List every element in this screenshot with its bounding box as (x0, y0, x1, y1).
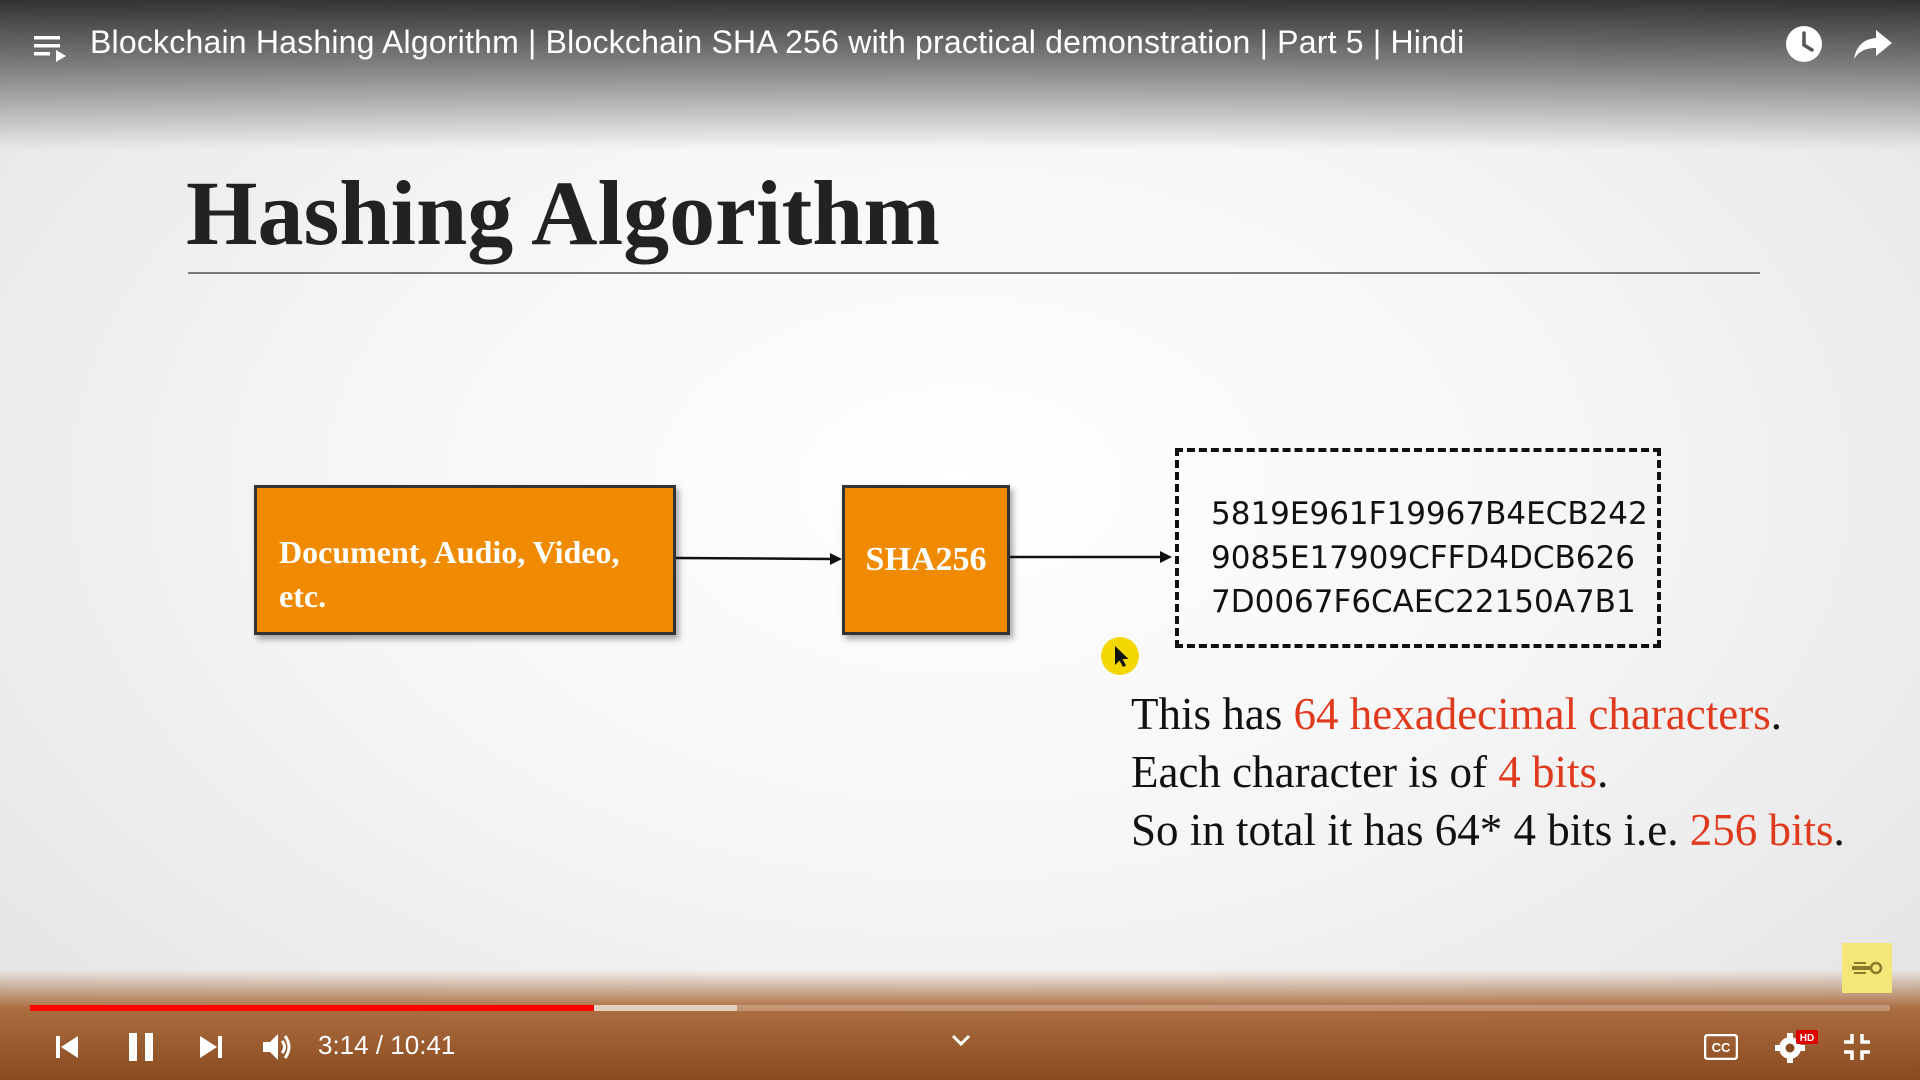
playlist-icon[interactable] (32, 30, 72, 66)
desc-highlight-1: 64 hexadecimal characters (1293, 689, 1771, 739)
annotation-toggle-button[interactable] (1842, 943, 1892, 993)
cc-icon[interactable]: CC (1704, 1034, 1738, 1060)
arrowhead-sha-to-hash (1160, 551, 1172, 563)
desc-highlight-2: 4 bits (1498, 747, 1598, 797)
desc-line-1: This has 64 hexadecimal characters. (1131, 689, 1782, 739)
share-icon[interactable] (1852, 26, 1894, 62)
input-line-1: Document, Audio, Video, (279, 534, 620, 570)
desc-line-3: So in total it has 64* 4 bits i.e. 256 b… (1131, 805, 1845, 855)
input-line-2: etc. (279, 578, 327, 614)
video-frame[interactable]: Hashing Algorithm Document, Audio, Video… (0, 0, 1920, 1080)
top-overlay (0, 0, 1920, 150)
skip-previous-icon[interactable] (52, 1032, 82, 1062)
hash-line-3: 7D0067F6CAEC22150A7B1 (1211, 584, 1636, 620)
desc-line-2: Each character is of 4 bits. (1131, 747, 1609, 797)
link-icon (1852, 961, 1883, 975)
video-title[interactable]: Blockchain Hashing Algorithm | Blockchai… (90, 24, 1464, 61)
sha256-box: SHA256 (842, 485, 1010, 635)
desc-highlight-3: 256 bits (1689, 805, 1834, 855)
volume-icon[interactable] (260, 1030, 294, 1064)
chevron-down-icon[interactable] (950, 1032, 972, 1048)
hash-line-1: 5819E961F19967B4ECB242 (1211, 496, 1648, 532)
pause-icon[interactable] (125, 1030, 157, 1064)
hd-badge: HD (1800, 1033, 1814, 1044)
progress-bar[interactable] (30, 1005, 1890, 1011)
arrowhead-input-to-sha (830, 553, 842, 565)
cc-label: CC (1712, 1040, 1731, 1055)
time-display: 3:14 / 10:41 (318, 1030, 456, 1060)
hash-output-box: 5819E961F19967B4ECB242 9085E17909CFFD4DC… (1175, 448, 1661, 648)
input-box: Document, Audio, Video, etc. (254, 485, 676, 635)
sha256-label: SHA256 (865, 541, 987, 578)
mouse-cursor (1101, 637, 1139, 675)
skip-next-icon[interactable] (196, 1032, 226, 1062)
exit-fullscreen-icon[interactable] (1842, 1032, 1872, 1062)
hash-line-2: 9085E17909CFFD4DCB626 (1211, 540, 1635, 576)
progress-played (30, 1005, 594, 1011)
clock-icon[interactable] (1784, 24, 1824, 64)
arrow-input-to-sha (675, 556, 833, 561)
title-divider (188, 272, 1760, 274)
gear-icon[interactable]: HD (1774, 1028, 1820, 1064)
slide-title: Hashing Algorithm (186, 162, 941, 264)
